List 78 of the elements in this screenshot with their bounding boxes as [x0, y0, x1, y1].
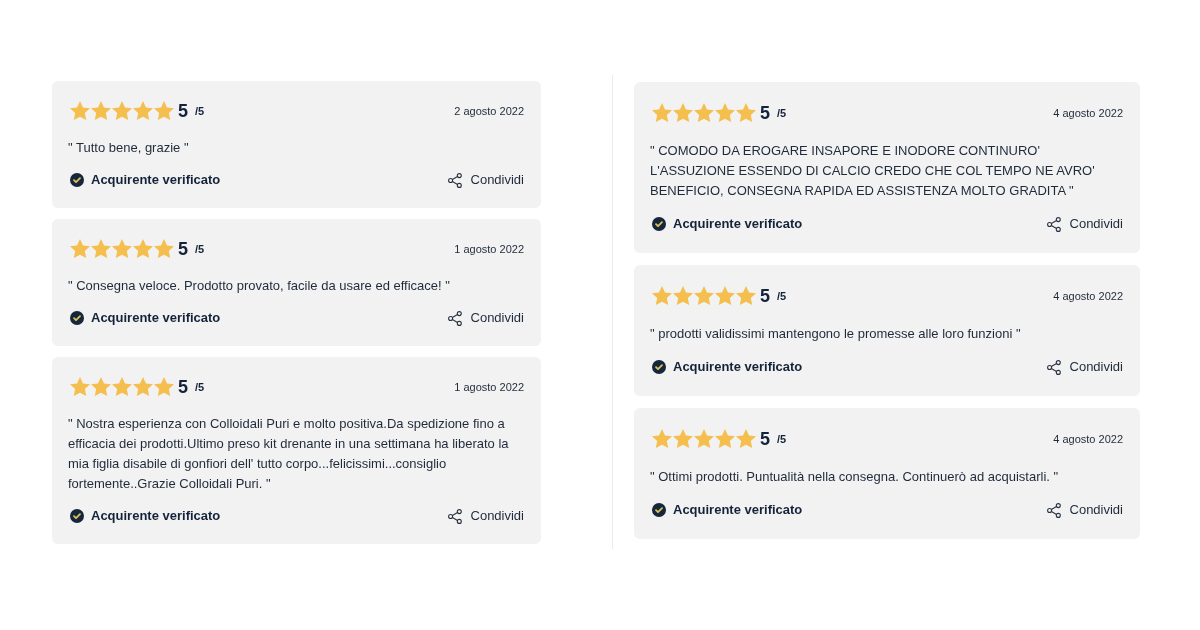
rating-scale: /5	[195, 104, 205, 118]
check-circle-icon	[70, 311, 84, 325]
rating-scale: /5	[777, 106, 787, 120]
star-icon	[736, 286, 756, 306]
share-button[interactable]: Condividi	[1046, 501, 1123, 519]
review-text: " prodotti validissimi mantengono le promesse alle loro funzioni "	[650, 325, 1022, 343]
check-circle-icon	[70, 509, 84, 523]
share-icon	[447, 172, 462, 188]
review-date: 4 agosto 2022	[1053, 432, 1123, 446]
star-icon	[715, 286, 735, 306]
share-button[interactable]: Condividi	[447, 309, 524, 327]
verified-label: Acquirente verificato	[91, 171, 221, 189]
review-text: " COMODO DA EROGARE INSAPORE E INODORE CONTINURO' L'ASSUZIONE ESSENDO DI CALCIO CREDO CHE COL TEMPO NE AVRO' BENEFICIO, CONSEGNA RAPIDA ED ASSISTENZA MOLTO GRADITA "	[650, 142, 1096, 200]
review-text: " Nostra esperienza con Colloidali Puri e molto positiva.Da spedizione fino a efficacia dei prodotti.Ultimo preso kit drenante in una settimana ha liberato la mia figlia disabile di gonfiori dell' tutto corpo...felicissimi...consiglio fortemente..Grazie Colloidali Puri. "	[68, 415, 510, 493]
star-icon	[694, 429, 714, 449]
star-icon	[70, 239, 90, 259]
star-icon	[154, 377, 174, 397]
rating-score: 5	[178, 377, 188, 397]
star-icon	[133, 239, 153, 259]
review-text: " Ottimi prodotti. Puntualità nella consegna. Continuerò ad acquistarli. "	[650, 468, 1060, 486]
star-icon	[91, 101, 111, 121]
share-icon	[1046, 216, 1061, 232]
star-icon	[694, 286, 714, 306]
rating-score: 5	[178, 239, 188, 259]
check-circle-icon	[652, 217, 666, 231]
star-icon	[154, 239, 174, 259]
star-icon	[91, 377, 111, 397]
rating-scale: /5	[195, 380, 205, 394]
star-icon	[652, 286, 672, 306]
star-icon	[91, 239, 111, 259]
check-circle-icon	[652, 503, 666, 517]
star-icon	[715, 429, 735, 449]
star-icon	[133, 377, 153, 397]
share-button[interactable]: Condividi	[447, 507, 524, 525]
share-icon	[1046, 502, 1061, 518]
review-text: " Consegna veloce. Prodotto provato, facile da usare ed efficace! "	[68, 277, 451, 295]
rating-score: 5	[178, 101, 188, 121]
star-icon	[133, 101, 153, 121]
star-icon	[652, 429, 672, 449]
rating-score: 5	[760, 103, 770, 123]
verified-label: Acquirente verificato	[673, 215, 803, 233]
share-button[interactable]: Condividi	[1046, 215, 1123, 233]
star-icon	[673, 286, 693, 306]
rating-score: 5	[760, 286, 770, 306]
share-icon	[447, 508, 462, 524]
review-text: " Tutto bene, grazie "	[68, 139, 190, 157]
review-date: 4 agosto 2022	[1053, 289, 1123, 303]
rating-scale: /5	[777, 289, 787, 303]
star-icon	[715, 103, 735, 123]
share-button[interactable]: Condividi	[1046, 358, 1123, 376]
star-icon	[154, 101, 174, 121]
star-icon	[673, 429, 693, 449]
review-date: 4 agosto 2022	[1053, 106, 1123, 120]
rating-scale: /5	[777, 432, 787, 446]
star-icon	[112, 101, 132, 121]
verified-label: Acquirente verificato	[91, 507, 221, 525]
verified-label: Acquirente verificato	[673, 501, 803, 519]
star-icon	[70, 377, 90, 397]
check-circle-icon	[70, 173, 84, 187]
share-icon	[1046, 359, 1061, 375]
rating-score: 5	[760, 429, 770, 449]
star-icon	[70, 101, 90, 121]
verified-label: Acquirente verificato	[673, 358, 803, 376]
star-icon	[652, 103, 672, 123]
star-icon	[112, 239, 132, 259]
review-date: 1 agosto 2022	[454, 380, 524, 394]
star-icon	[736, 429, 756, 449]
star-icon	[673, 103, 693, 123]
star-icon	[694, 103, 714, 123]
review-date: 2 agosto 2022	[454, 104, 524, 118]
share-icon	[447, 310, 462, 326]
star-icon	[112, 377, 132, 397]
rating-scale: /5	[195, 242, 205, 256]
share-button[interactable]: Condividi	[447, 171, 524, 189]
check-circle-icon	[652, 360, 666, 374]
review-date: 1 agosto 2022	[454, 242, 524, 256]
star-icon	[736, 103, 756, 123]
verified-label: Acquirente verificato	[91, 309, 221, 327]
